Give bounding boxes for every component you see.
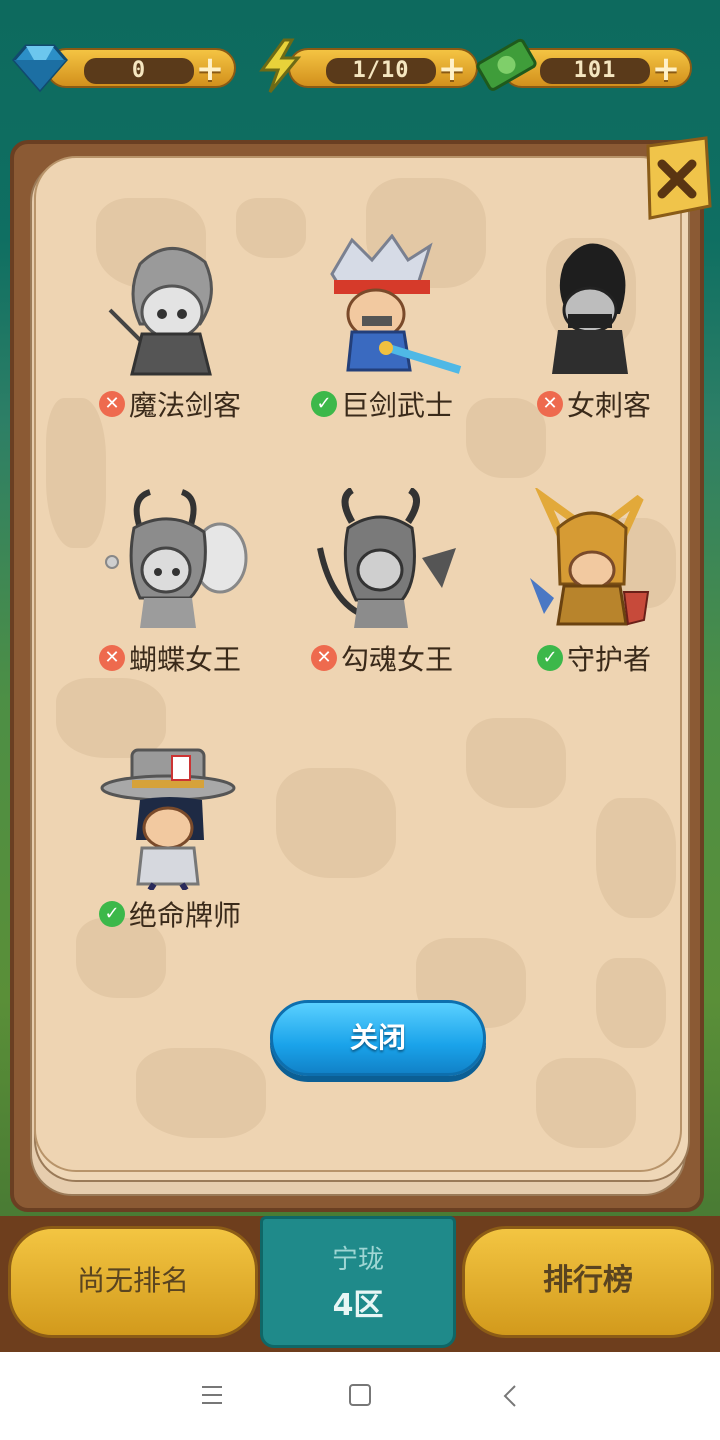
owned-check-icon: ✓ bbox=[536, 645, 563, 671]
hero-label: ✕ 勾魂女王 bbox=[282, 638, 482, 678]
hero-name: 勾魂女王 bbox=[340, 643, 453, 676]
cash-value: 101 bbox=[540, 58, 650, 84]
hero-card-soul-queen[interactable]: ✕ 勾魂女王 bbox=[282, 488, 482, 698]
energy-pill: 1/10 + bbox=[288, 48, 478, 88]
hero-name: 守护者 bbox=[566, 643, 651, 676]
hero-card-butterfly-queen[interactable]: ✕ 蝴蝶女王 bbox=[70, 488, 270, 698]
hero-card-swordmage[interactable]: ✕ 魔法剑客 bbox=[70, 234, 270, 444]
diamond-pill: 0 + bbox=[46, 48, 236, 88]
cash-icon bbox=[476, 38, 537, 91]
owned-check-icon: ✓ bbox=[310, 391, 337, 417]
hero-label: ✕ 蝴蝶女王 bbox=[70, 638, 270, 678]
lightning-icon bbox=[259, 38, 302, 93]
hero-card-greatsword[interactable]: ✓ 巨剑武士 bbox=[282, 234, 482, 444]
close-x-button[interactable] bbox=[640, 136, 714, 226]
hero-portrait-guardian bbox=[530, 488, 650, 626]
hero-label: ✕ 女刺客 bbox=[494, 384, 694, 424]
leaderboard-button[interactable]: 排行榜 bbox=[462, 1226, 714, 1338]
energy-counter: 1/10 + bbox=[258, 38, 488, 93]
add-energy-button[interactable]: + bbox=[436, 52, 468, 86]
zone-region: 宁珑 bbox=[331, 1245, 384, 1275]
hero-label: ✕ 魔法剑客 bbox=[70, 384, 270, 424]
rank-button[interactable]: 尚无排名 bbox=[8, 1226, 258, 1338]
locked-icon: ✕ bbox=[98, 645, 125, 671]
home-icon[interactable] bbox=[348, 1384, 372, 1406]
hero-name: 绝命牌师 bbox=[128, 899, 241, 932]
hero-portrait-assassin bbox=[552, 243, 628, 374]
hero-name: 女刺客 bbox=[566, 389, 651, 422]
hero-portrait-soul-queen bbox=[317, 488, 456, 628]
close-button[interactable]: 关闭 bbox=[270, 1000, 486, 1076]
hero-portrait-swordmage bbox=[108, 247, 213, 376]
hero-card-guardian[interactable]: ✓ 守护者 bbox=[494, 488, 694, 698]
system-nav-bar bbox=[0, 1352, 720, 1440]
hero-portrait-card-master bbox=[100, 748, 236, 890]
server-zone-tab[interactable]: 宁珑 4区 bbox=[260, 1216, 456, 1348]
hero-label: ✓ 巨剑武士 bbox=[282, 384, 482, 424]
hero-label: ✓ 绝命牌师 bbox=[70, 894, 270, 934]
diamond-icon bbox=[12, 44, 68, 93]
hero-card-assassin[interactable]: ✕ 女刺客 bbox=[494, 234, 694, 444]
hero-card-card-master[interactable]: ✓ 绝命牌师 bbox=[70, 744, 270, 954]
add-cash-button[interactable]: + bbox=[650, 52, 682, 86]
cash-counter: 101 + bbox=[474, 38, 704, 91]
locked-icon: ✕ bbox=[536, 391, 563, 417]
locked-icon: ✕ bbox=[98, 391, 125, 417]
menu-icon[interactable] bbox=[200, 1384, 224, 1406]
energy-value: 1/10 bbox=[326, 58, 436, 84]
back-icon[interactable] bbox=[500, 1384, 520, 1408]
diamond-counter: 0 + bbox=[8, 42, 238, 93]
locked-icon: ✕ bbox=[310, 645, 337, 671]
hero-name: 巨剑武士 bbox=[340, 389, 453, 422]
diamond-value: 0 bbox=[84, 58, 194, 84]
hero-label: ✓ 守护者 bbox=[494, 638, 694, 678]
hero-portrait-butterfly-queen bbox=[105, 489, 248, 628]
hero-portrait-greatsword bbox=[330, 234, 462, 374]
zone-number: 4区 bbox=[332, 1288, 384, 1323]
owned-check-icon: ✓ bbox=[98, 901, 125, 927]
hero-name: 魔法剑客 bbox=[128, 389, 241, 422]
hero-name: 蝴蝶女王 bbox=[128, 643, 241, 676]
add-diamond-button[interactable]: + bbox=[194, 52, 226, 86]
